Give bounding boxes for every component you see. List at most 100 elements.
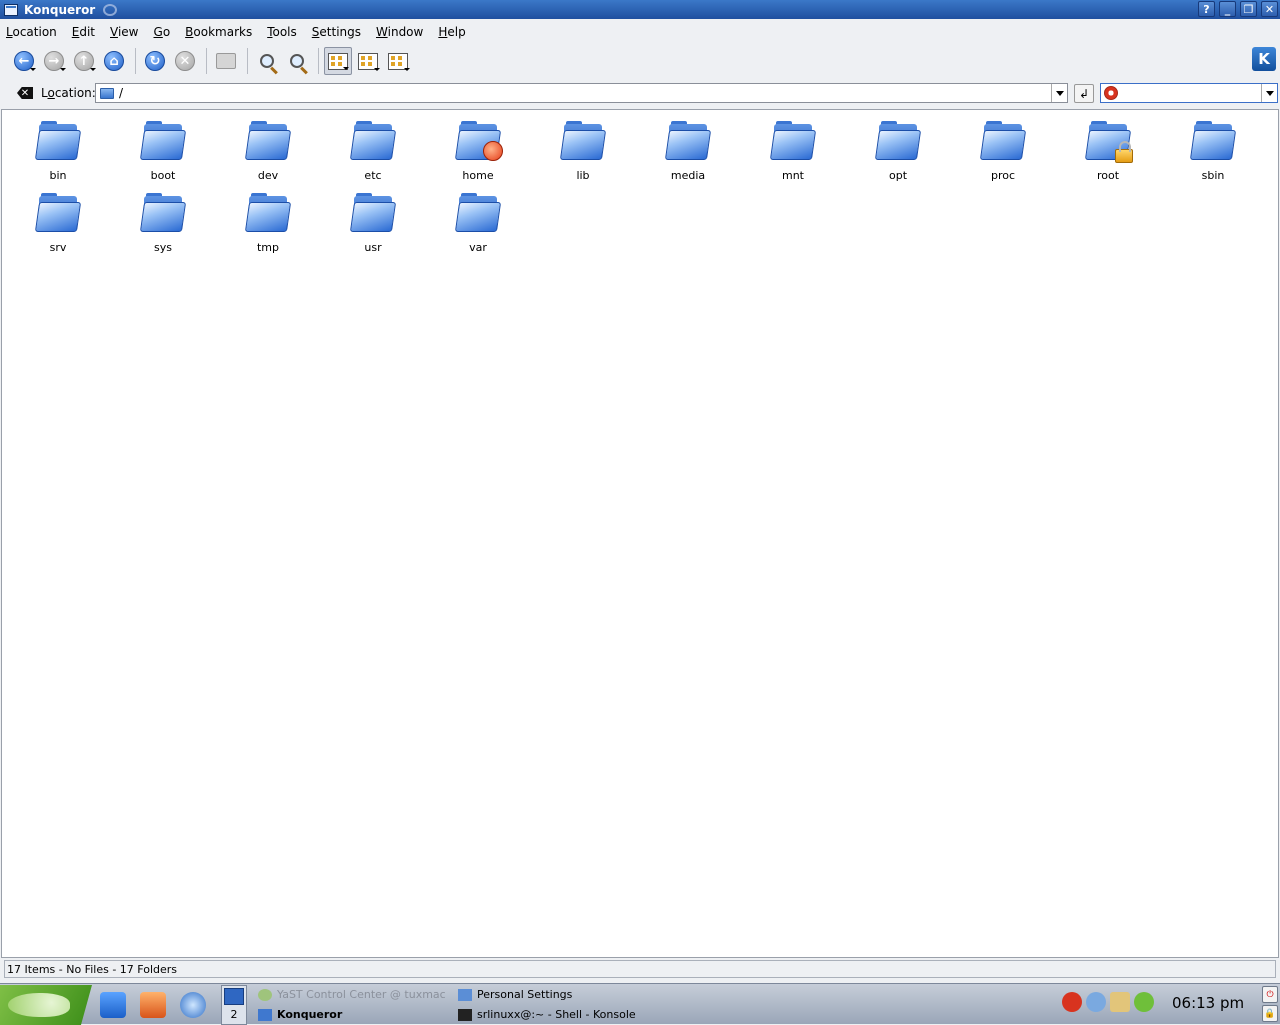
home-folder-icon — [140, 992, 166, 1018]
folder-label: root — [1096, 169, 1120, 182]
folder-item-opt[interactable]: opt — [853, 112, 943, 182]
folder-label: lib — [576, 169, 590, 182]
lock-screen-icon[interactable]: 🔒 — [1262, 1005, 1278, 1022]
folder-label: bin — [49, 169, 67, 182]
folder-item-lib[interactable]: lib — [538, 112, 628, 182]
folder-icon — [244, 118, 292, 163]
folder-label: sys — [154, 241, 172, 254]
pager-desktop-2[interactable]: 2 — [224, 1007, 244, 1023]
folder-icon — [349, 190, 397, 235]
folder-item-var[interactable]: var — [433, 184, 523, 254]
print-button[interactable] — [212, 47, 240, 75]
menu-edit[interactable]: Edit — [72, 25, 95, 39]
konqueror-app-icon[interactable] — [4, 3, 18, 16]
maximize-button[interactable]: ❐ — [1240, 1, 1257, 17]
back-button[interactable]: ← — [10, 47, 38, 75]
tray-network-icon[interactable] — [1086, 992, 1106, 1012]
location-combobox[interactable] — [95, 83, 1068, 103]
window-title: Konqueror — [24, 2, 96, 17]
task-konsole[interactable]: srlinuxx@:~ - Shell - Konsole — [458, 1005, 658, 1024]
folder-item-srv[interactable]: srv — [13, 184, 103, 254]
home-button[interactable]: ⌂ — [100, 47, 128, 75]
logout-icon[interactable]: ⏻ — [1262, 986, 1278, 1003]
tree-view-icon — [358, 52, 378, 70]
folder-label: proc — [990, 169, 1016, 182]
folder-icon — [769, 118, 817, 163]
forward-button[interactable]: → — [40, 47, 68, 75]
menu-window[interactable]: Window — [376, 25, 423, 39]
folder-item-usr[interactable]: usr — [328, 184, 418, 254]
main-toolbar: ← → ↑ ⌂ ↻ ✕ — [0, 44, 1280, 78]
reload-button[interactable]: ↻ — [141, 47, 169, 75]
folder-item-sys[interactable]: sys — [118, 184, 208, 254]
kde-logo-icon[interactable]: K — [1252, 47, 1276, 71]
location-input[interactable] — [119, 86, 1019, 100]
menubar: Location Edit View Go Bookmarks Tools Settings… — [0, 21, 1280, 43]
folder-label: srv — [49, 241, 67, 254]
clear-location-icon[interactable]: ✕ — [17, 87, 33, 99]
tray-update-icon[interactable] — [1062, 992, 1082, 1012]
quicklaunch-home[interactable] — [136, 988, 170, 1022]
menu-view[interactable]: View — [110, 25, 138, 39]
desktop-pager[interactable]: 2 — [221, 985, 247, 1025]
folder-item-proc[interactable]: proc — [958, 112, 1048, 182]
quicklaunch-desktop[interactable] — [96, 988, 130, 1022]
menu-tools[interactable]: Tools — [267, 25, 297, 39]
task-konqueror[interactable]: Konqueror — [258, 1005, 450, 1024]
quicklaunch-browser[interactable] — [176, 988, 210, 1022]
go-button[interactable]: ↲ — [1074, 84, 1094, 103]
home-overlay-icon — [483, 141, 503, 161]
folder-item-media[interactable]: media — [643, 112, 733, 182]
zoom-out-button[interactable] — [283, 47, 311, 75]
minimize-button[interactable]: _ — [1219, 1, 1236, 17]
window-titlebar[interactable]: Konqueror ? _ ❐ ✕ — [0, 0, 1280, 19]
status-bar: 17 Items - No Files - 17 Folders — [4, 960, 1276, 978]
folder-icon — [34, 118, 82, 163]
menu-settings[interactable]: Settings — [312, 25, 361, 39]
sticky-icon[interactable] — [103, 3, 118, 16]
file-icon-view[interactable]: bin boot dev etc home lib media mnt opt proc root s… — [1, 109, 1279, 958]
clock[interactable]: 06:13 pm — [1172, 994, 1244, 1012]
search-engine-icon[interactable] — [1104, 86, 1118, 100]
kicker-panel: 2 YaST Control Center @ tuxmac Konqueror… — [0, 983, 1280, 1025]
folder-item-root[interactable]: root — [1063, 112, 1153, 182]
search-dropdown-button[interactable] — [1261, 84, 1277, 102]
icon-view-button[interactable] — [324, 47, 352, 75]
folder-label: usr — [364, 241, 382, 254]
location-dropdown-button[interactable] — [1051, 84, 1067, 102]
menu-go[interactable]: Go — [154, 25, 171, 39]
yast-icon — [258, 988, 272, 1001]
reload-icon: ↻ — [145, 51, 165, 71]
close-window-button[interactable]: ✕ — [1261, 1, 1278, 17]
task-yast[interactable]: YaST Control Center @ tuxmac — [258, 985, 450, 1004]
folder-label: mnt — [782, 169, 804, 182]
search-combobox[interactable] — [1100, 83, 1278, 103]
folder-item-sbin[interactable]: sbin — [1168, 112, 1258, 182]
zoom-in-button[interactable] — [253, 47, 281, 75]
folder-item-mnt[interactable]: mnt — [748, 112, 838, 182]
folder-item-tmp[interactable]: tmp — [223, 184, 313, 254]
tray-klipper-icon[interactable] — [1110, 992, 1130, 1012]
folder-label: media — [670, 169, 706, 182]
folder-item-home[interactable]: home — [433, 112, 523, 182]
tree-view-button[interactable] — [354, 47, 382, 75]
image-preview-button[interactable] — [384, 47, 412, 75]
folder-item-boot[interactable]: boot — [118, 112, 208, 182]
image-view-icon — [388, 52, 408, 70]
menu-location[interactable]: Location — [6, 25, 57, 39]
task-personal-settings[interactable]: Personal Settings — [458, 985, 658, 1004]
help-window-button[interactable]: ? — [1198, 1, 1215, 17]
kmenu-button[interactable] — [0, 985, 92, 1025]
folder-label: opt — [888, 169, 908, 182]
pager-desktop-1[interactable] — [224, 988, 244, 1005]
folder-item-bin[interactable]: bin — [13, 112, 103, 182]
up-button[interactable]: ↑ — [70, 47, 98, 75]
tray-suse-icon[interactable] — [1134, 992, 1154, 1012]
folder-item-dev[interactable]: dev — [223, 112, 313, 182]
stop-button[interactable]: ✕ — [171, 47, 199, 75]
lock-overlay-icon — [1115, 141, 1133, 163]
search-input[interactable] — [1122, 86, 1252, 100]
menu-bookmarks[interactable]: Bookmarks — [185, 25, 252, 39]
menu-help[interactable]: Help — [438, 25, 465, 39]
folder-item-etc[interactable]: etc — [328, 112, 418, 182]
